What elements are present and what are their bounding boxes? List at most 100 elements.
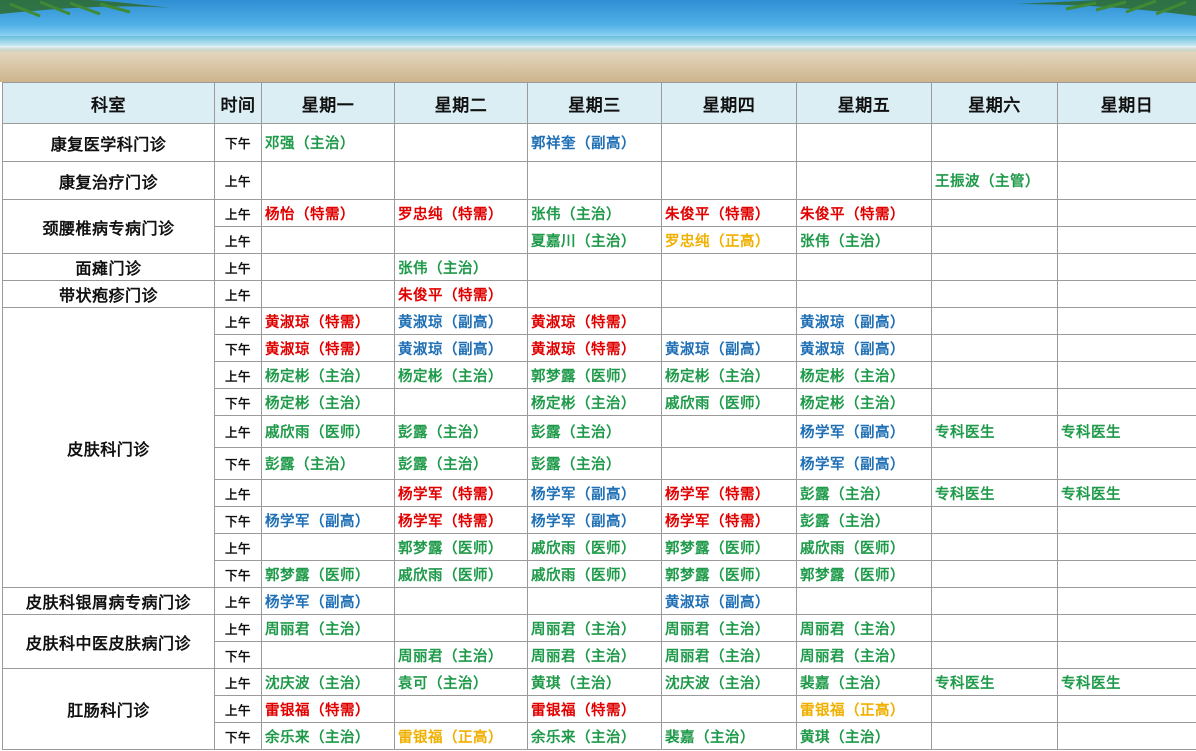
department-name: 颈腰椎病专病门诊 [2, 199, 215, 254]
doctor-cell [931, 641, 1058, 669]
doctor-cell [796, 253, 932, 281]
department-name: 康复医学科门诊 [2, 123, 215, 162]
time-slot: 上午 [214, 587, 262, 615]
doctor-cell: 余乐来（主治） [261, 722, 395, 750]
doctor-cell [661, 695, 797, 723]
doctor-cell: 彭露（主治） [796, 479, 932, 507]
header-monday: 星期一 [261, 82, 395, 124]
doctor-cell [1057, 253, 1196, 281]
doctor-cell: 杨定彬（主治） [661, 361, 797, 389]
doctor-cell [1057, 614, 1196, 642]
doctor-cell [1057, 447, 1196, 480]
doctor-cell: 彭露（主治） [394, 415, 528, 448]
doctor-cell [261, 226, 395, 254]
doctor-cell: 黄淑琼（副高） [796, 307, 932, 335]
doctor-cell [261, 253, 395, 281]
doctor-cell: 朱俊平（特需） [661, 199, 797, 227]
doctor-cell [931, 253, 1058, 281]
doctor-cell: 夏嘉川（主治） [527, 226, 662, 254]
doctor-cell [796, 587, 932, 615]
header-time: 时间 [214, 82, 262, 124]
header-tuesday: 星期二 [394, 82, 528, 124]
header-saturday: 星期六 [931, 82, 1058, 124]
doctor-cell: 裴嘉（主治） [661, 722, 797, 750]
time-slot: 下午 [214, 560, 262, 588]
doctor-cell [261, 161, 395, 200]
doctor-cell: 戚欣雨（医师） [796, 533, 932, 561]
doctor-cell [394, 695, 528, 723]
doctor-cell: 周丽君（主治） [661, 641, 797, 669]
doctor-cell [1057, 161, 1196, 200]
doctor-cell: 戚欣雨（医师） [261, 415, 395, 448]
doctor-cell: 彭露（主治） [261, 447, 395, 480]
doctor-cell [931, 560, 1058, 588]
table-row: 康复医学科门诊 下午 邓强（主治） 郭祥奎（副高） [2, 123, 1196, 162]
doctor-cell [394, 388, 528, 416]
doctor-cell [796, 161, 932, 200]
doctor-cell: 郭梦露（医师） [261, 560, 395, 588]
doctor-cell [1057, 280, 1196, 308]
doctor-cell: 张伟（主治） [527, 199, 662, 227]
doctor-cell: 周丽君（主治） [527, 614, 662, 642]
table-row: 皮肤科银屑病专病门诊 上午 杨学军（副高） 黄淑琼（副高） [2, 587, 1196, 615]
time-slot: 下午 [214, 641, 262, 669]
doctor-cell: 专科医生 [931, 668, 1058, 696]
department-name: 肛肠科门诊 [2, 668, 215, 750]
department-name: 面瘫门诊 [2, 253, 215, 281]
doctor-cell [394, 614, 528, 642]
doctor-cell [1057, 226, 1196, 254]
doctor-cell [261, 533, 395, 561]
doctor-cell: 杨学军（特需） [394, 479, 528, 507]
doctor-cell [1057, 123, 1196, 162]
doctor-cell [931, 307, 1058, 335]
doctor-cell: 杨定彬（主治） [527, 388, 662, 416]
doctor-cell [527, 587, 662, 615]
doctor-cell: 杨定彬（主治） [261, 388, 395, 416]
department-name: 皮肤科银屑病专病门诊 [2, 587, 215, 615]
doctor-cell [931, 199, 1058, 227]
doctor-cell: 戚欣雨（医师） [661, 388, 797, 416]
doctor-cell: 杨学军（副高） [261, 587, 395, 615]
doctor-cell [661, 123, 797, 162]
beach-banner [0, 0, 1196, 82]
doctor-cell: 沈庆波（主治） [661, 668, 797, 696]
doctor-cell: 杨学军（副高） [796, 447, 932, 480]
doctor-cell [261, 479, 395, 507]
doctor-cell [661, 253, 797, 281]
doctor-cell [931, 226, 1058, 254]
header-row: 科室 时间 星期一 星期二 星期三 星期四 星期五 星期六 星期日 [2, 82, 1196, 124]
doctor-cell: 杨学军（特需） [661, 506, 797, 534]
doctor-cell [661, 307, 797, 335]
doctor-cell: 周丽君（主治） [527, 641, 662, 669]
doctor-cell [661, 415, 797, 448]
doctor-cell [931, 361, 1058, 389]
doctor-cell: 黄淑琼（副高） [661, 334, 797, 362]
doctor-cell [394, 123, 528, 162]
doctor-cell: 裴嘉（主治） [796, 668, 932, 696]
doctor-cell [1057, 361, 1196, 389]
doctor-cell [1057, 695, 1196, 723]
time-slot: 上午 [214, 253, 262, 281]
doctor-cell: 专科医生 [1057, 479, 1196, 507]
department-name: 皮肤科门诊 [2, 307, 215, 588]
doctor-cell: 黄淑琼（特需） [261, 307, 395, 335]
time-slot: 下午 [214, 334, 262, 362]
doctor-cell: 黄琪（主治） [796, 722, 932, 750]
doctor-cell: 雷银福（正高） [796, 695, 932, 723]
table-row: 带状疱疹门诊 上午 朱俊平（特需） [2, 280, 1196, 308]
doctor-cell [931, 695, 1058, 723]
table-row: 肛肠科门诊 上午 沈庆波（主治） 袁可（主治） 黄琪（主治） 沈庆波（主治） 裴嘉（主治）专… [2, 668, 1196, 750]
doctor-cell [527, 253, 662, 281]
doctor-cell [931, 506, 1058, 534]
doctor-cell [261, 641, 395, 669]
doctor-cell: 黄琪（主治） [527, 668, 662, 696]
time-slot: 下午 [214, 506, 262, 534]
doctor-cell: 王振波（主管） [931, 161, 1058, 200]
doctor-cell [394, 161, 528, 200]
time-slot: 上午 [214, 161, 262, 200]
doctor-cell: 杨学军（副高） [261, 506, 395, 534]
time-slot: 上午 [214, 226, 262, 254]
doctor-cell [661, 447, 797, 480]
time-slot: 上午 [214, 479, 262, 507]
doctor-cell: 杨学军（特需） [661, 479, 797, 507]
